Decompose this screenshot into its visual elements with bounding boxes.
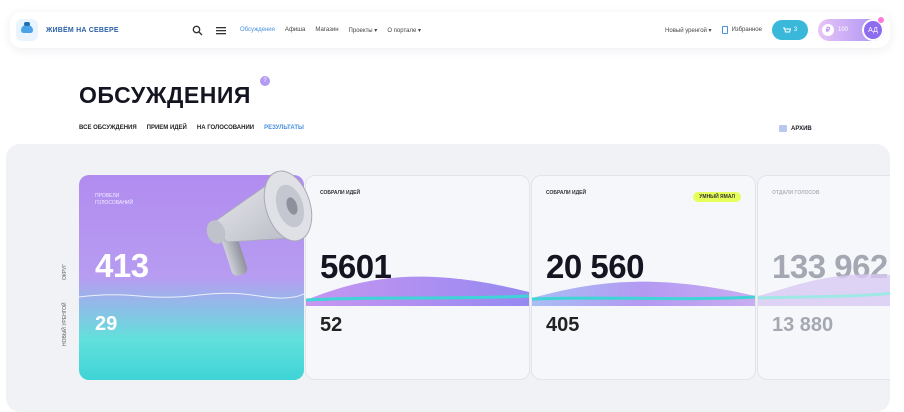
main-nav: Обсуждения Афиша Магазин Проекты О порта…: [240, 27, 421, 34]
tab-all[interactable]: ВСЕ ОБСУЖДЕНИЯ: [79, 125, 137, 131]
cart-count: 3: [793, 27, 798, 33]
stat-card-votes: ОТДАЛИ ГОЛОСОВ 133 962 13 880: [757, 175, 890, 380]
site-logo[interactable]: ЖИВЁМ НА СЕВЕРЕ: [16, 19, 176, 41]
cart-icon: [782, 27, 791, 32]
side-label-city: НОВЫЙ УРЕНГОЙ: [62, 302, 68, 346]
user-menu[interactable]: ₽ 100 АД: [818, 17, 884, 41]
archive-label: АРХИВ: [791, 125, 812, 132]
stat-caption: ОТДАЛИ ГОЛОСОВ: [772, 190, 820, 196]
stat-caption: ПРОВЕЛИ ГОЛОСОВАНИЙ: [95, 193, 134, 206]
favorites-link[interactable]: Избранное: [721, 26, 762, 34]
side-label-district: ОКРУГ: [62, 264, 68, 280]
stat-value-city: 52: [320, 314, 343, 336]
help-icon[interactable]: ?: [260, 76, 270, 86]
nav-discussions[interactable]: Обсуждения: [240, 27, 275, 33]
cart-button[interactable]: 3: [772, 20, 808, 40]
wave-chart: [532, 281, 755, 306]
megaphone-icon: [206, 170, 313, 276]
stat-card-ideas-smart: СОБРАЛИ ИДЕЙ УМНЫЙ ЯМАЛ 20 560 405: [531, 175, 756, 380]
coin-icon: ₽: [822, 24, 834, 36]
nav-shop[interactable]: Магазин: [315, 27, 338, 33]
logo-text: ЖИВЁМ НА СЕВЕРЕ: [46, 26, 119, 34]
coin-balance: 100: [838, 27, 849, 33]
stat-value-city: 405: [546, 314, 580, 336]
search-icon[interactable]: [190, 23, 204, 37]
status-badge: УМНЫЙ ЯМАЛ: [693, 192, 741, 202]
archive-link[interactable]: АРХИВ: [779, 125, 812, 132]
notification-dot: [878, 17, 884, 23]
page-title: ОБСУЖДЕНИЯ: [79, 82, 251, 108]
stat-caption: СОБРАЛИ ИДЕЙ: [320, 190, 361, 196]
menu-icon[interactable]: [214, 23, 228, 37]
tab-voting[interactable]: НА ГОЛОСОВАНИИ: [197, 125, 254, 131]
bookmark-icon: [721, 26, 728, 34]
discussion-tabs: ВСЕ ОБСУЖДЕНИЯ ПРИЕМ ИДЕЙ НА ГОЛОСОВАНИИ…: [79, 125, 304, 131]
stat-card-ideas: СОБРАЛИ ИДЕЙ 5601 52: [305, 175, 530, 380]
tab-results[interactable]: РЕЗУЛЬТАТЫ: [264, 125, 304, 131]
archive-icon: [779, 125, 787, 132]
top-header: ЖИВЁМ НА СЕВЕРЕ Обсуждения Афиша Магазин…: [10, 12, 890, 48]
stat-caption: СОБРАЛИ ИДЕЙ: [546, 190, 587, 196]
wave-chart: [758, 274, 890, 306]
favorites-label: Избранное: [731, 27, 762, 33]
wave-chart: [306, 276, 529, 306]
stat-value-city: 13 880: [772, 314, 834, 336]
region-select[interactable]: Новый уренгой: [665, 27, 712, 34]
nav-projects[interactable]: Проекты: [349, 27, 378, 34]
nav-about[interactable]: О портале: [387, 27, 421, 34]
tab-ideas[interactable]: ПРИЕМ ИДЕЙ: [147, 125, 187, 131]
logo-icon: [16, 19, 38, 41]
nav-afisha[interactable]: Афиша: [285, 27, 306, 33]
stat-value-city: 29: [95, 313, 118, 335]
results-panel: ОКРУГ НОВЫЙ УРЕНГОЙ ПРОВЕЛИ ГОЛОСОВАНИЙ …: [6, 144, 890, 412]
